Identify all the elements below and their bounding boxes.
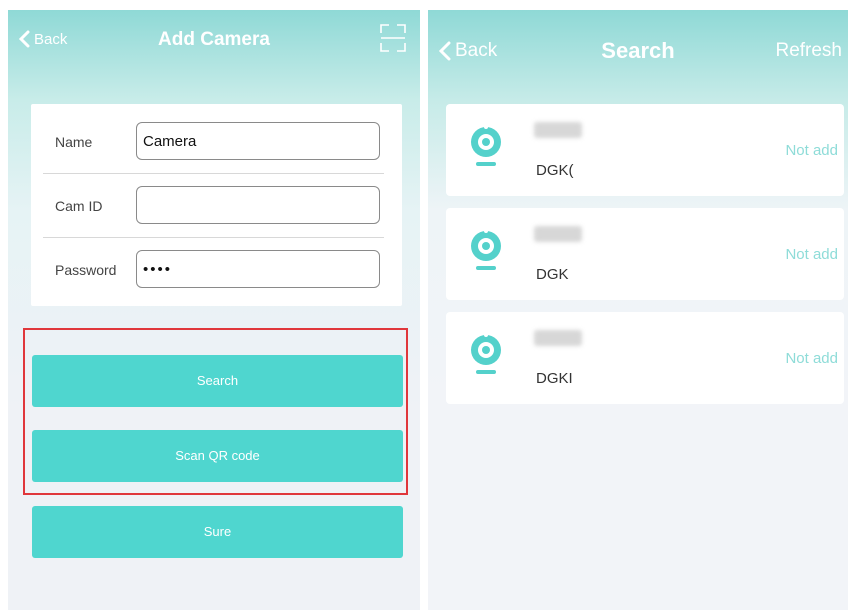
- camera-icon: [471, 333, 501, 374]
- name-input[interactable]: Camera: [136, 122, 380, 160]
- camera-icon: [471, 229, 501, 270]
- name-row: Name Camera: [31, 110, 402, 174]
- cam-id-input[interactable]: [136, 186, 380, 224]
- camera-list-item[interactable]: DGK Not add: [446, 208, 844, 300]
- cam-id-row: Cam ID: [31, 174, 402, 238]
- scan-qr-button[interactable]: Scan QR code: [32, 430, 403, 482]
- nav-bar: Back Search Refresh: [428, 10, 848, 74]
- nav-bar: Back Add Camera: [8, 10, 420, 74]
- camera-list-item[interactable]: DGKI Not add: [446, 312, 844, 404]
- page-title: Add Camera: [158, 29, 270, 50]
- camera-name-redacted: [534, 330, 582, 346]
- camera-id: DGKI: [536, 370, 573, 387]
- add-status[interactable]: Not add: [785, 142, 838, 159]
- name-label: Name: [55, 134, 93, 150]
- search-screen: Back Search Refresh DGK( Not add DGK Not…: [428, 10, 848, 610]
- qr-scan-icon[interactable]: [380, 24, 406, 57]
- search-button[interactable]: Search: [32, 355, 403, 407]
- add-camera-screen: Back Add Camera Name Camera Cam ID Passw…: [8, 10, 420, 610]
- camera-icon: [471, 125, 501, 166]
- add-status[interactable]: Not add: [785, 350, 838, 367]
- camera-form: Name Camera Cam ID Password ••••: [31, 104, 402, 306]
- password-input[interactable]: ••••: [136, 250, 380, 288]
- password-row: Password ••••: [31, 238, 402, 302]
- camera-list-item[interactable]: DGK( Not add: [446, 104, 844, 196]
- refresh-button[interactable]: Refresh: [775, 40, 842, 62]
- camera-name-redacted: [534, 122, 582, 138]
- camera-id: DGK: [536, 266, 569, 283]
- sure-button[interactable]: Sure: [32, 506, 403, 558]
- password-label: Password: [55, 262, 117, 278]
- camera-id: DGK(: [536, 162, 574, 179]
- camera-name-redacted: [534, 226, 582, 242]
- cam-id-label: Cam ID: [55, 198, 103, 214]
- add-status[interactable]: Not add: [785, 246, 838, 263]
